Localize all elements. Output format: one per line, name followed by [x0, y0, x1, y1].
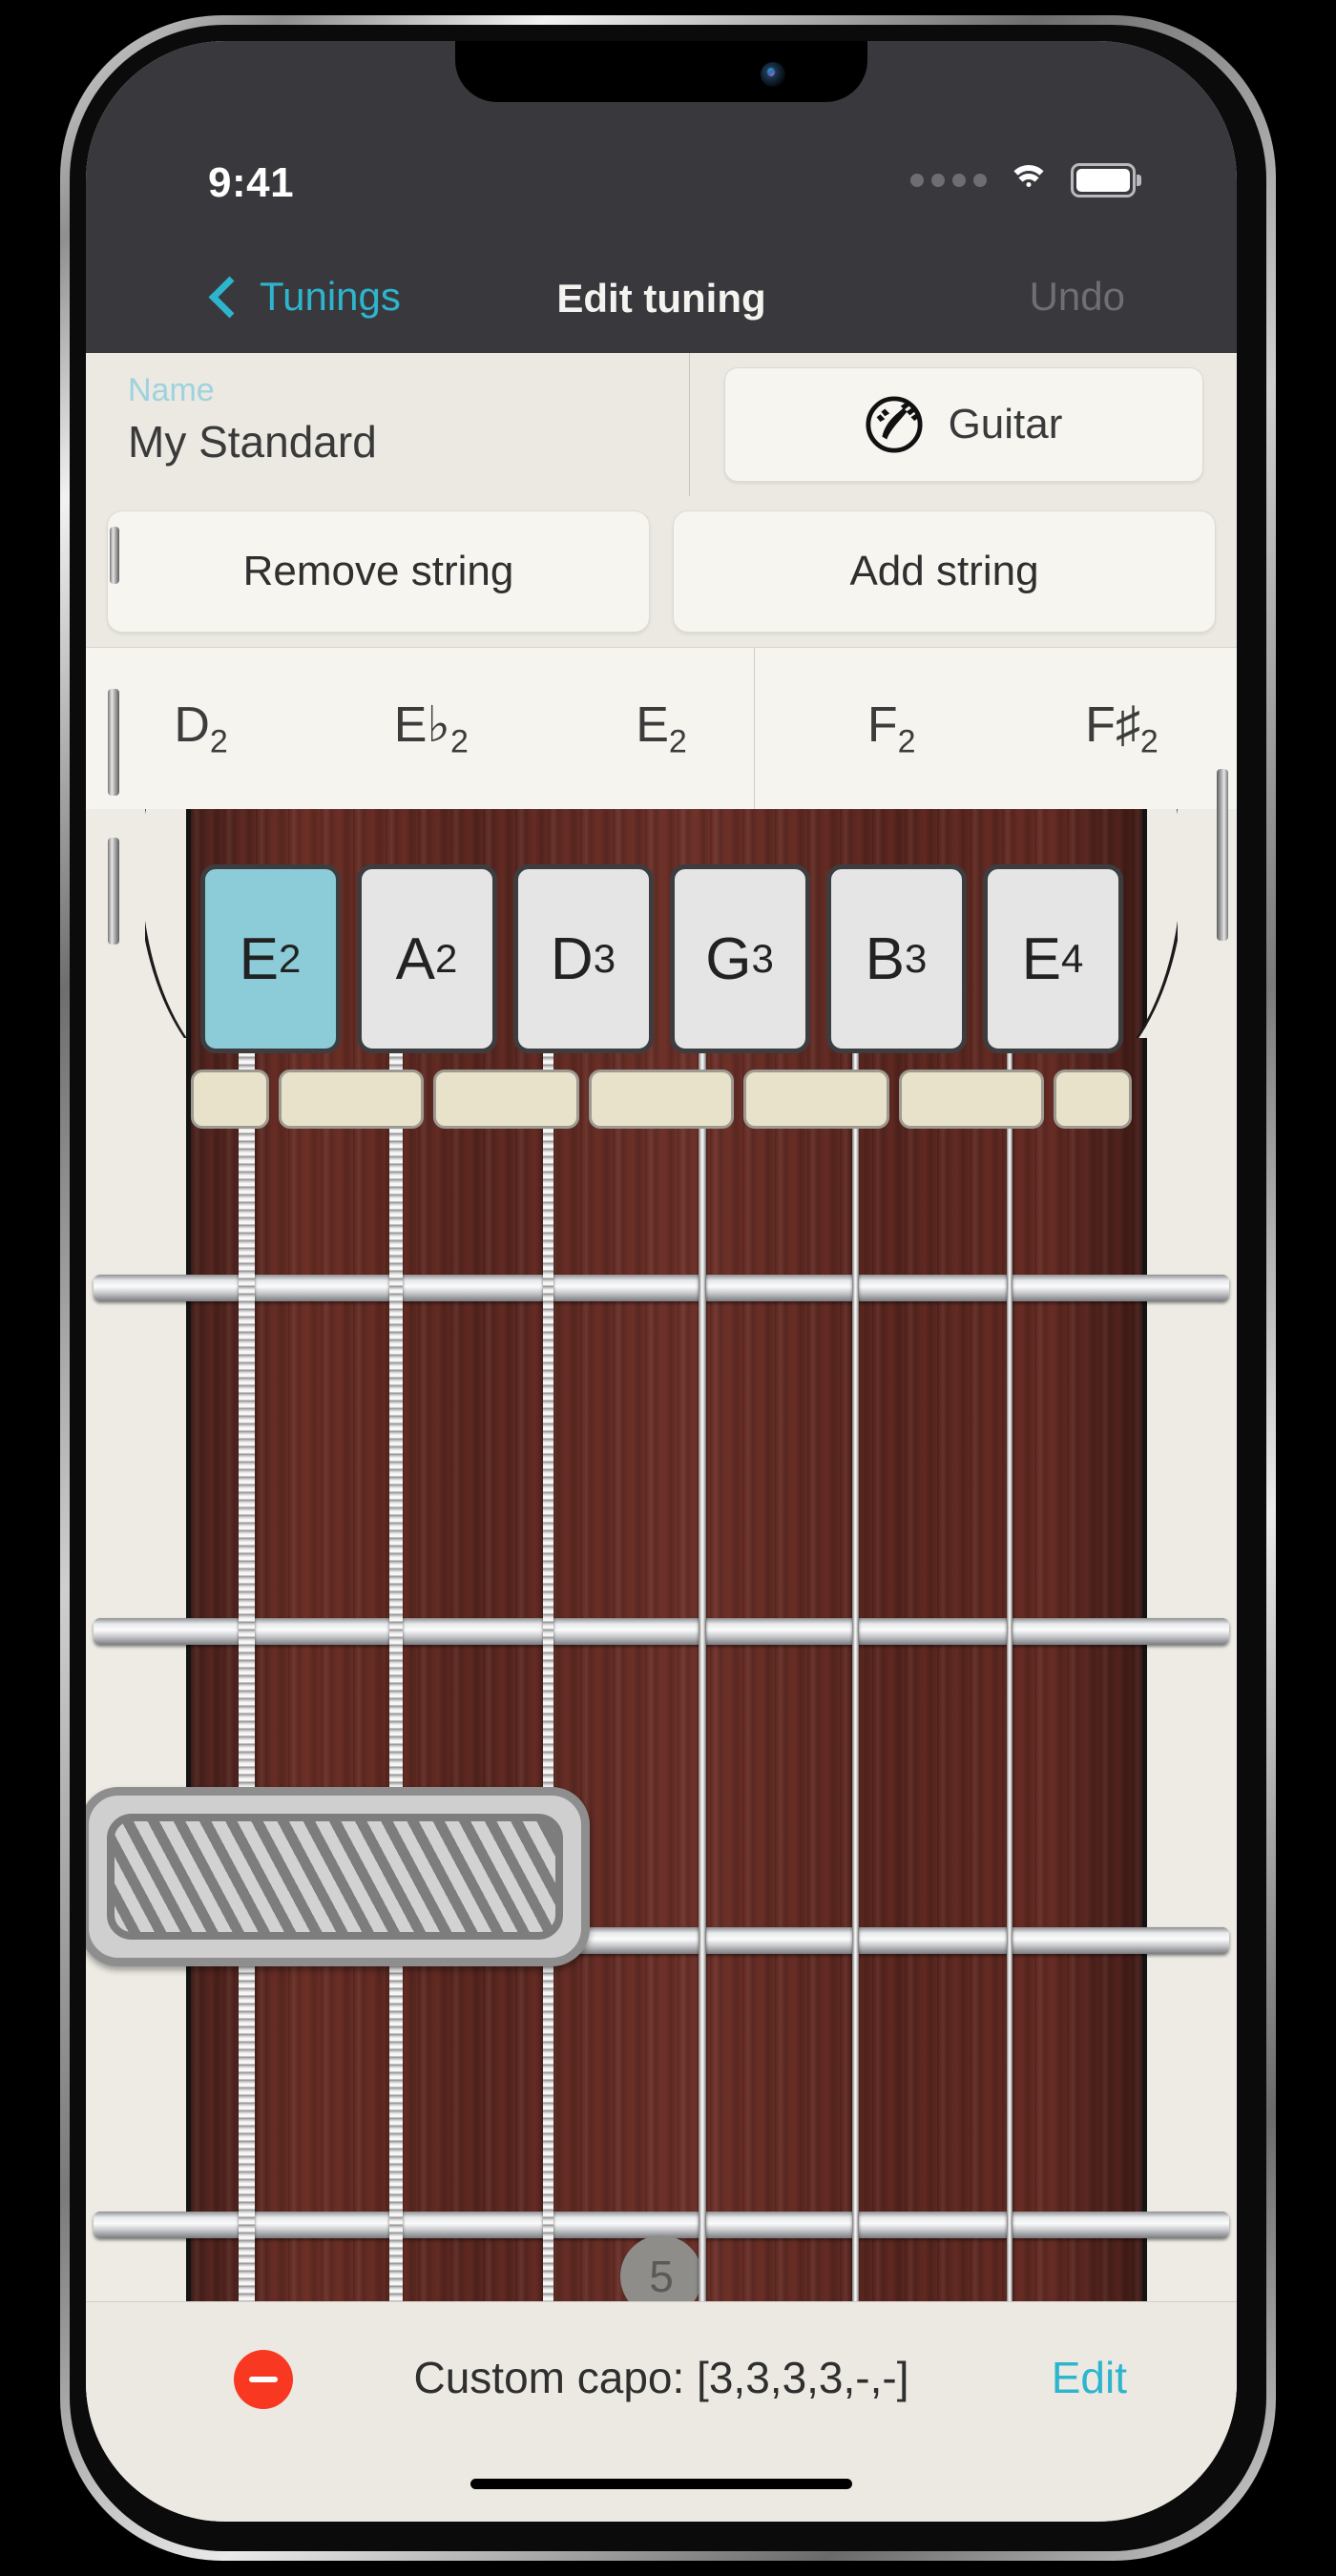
volume-up-button[interactable]: [108, 689, 119, 796]
string-line[interactable]: [852, 1008, 859, 2522]
string-line[interactable]: [699, 1008, 706, 2522]
picker-octave: 2: [668, 723, 687, 760]
string-tab-octave: 4: [1061, 936, 1084, 981]
phone-bezel: 9:41 Tunings Edit tuning Undo Name My St…: [70, 25, 1266, 2551]
notch: [455, 41, 867, 102]
name-field-label: Name: [128, 372, 215, 408]
picker-octave: 2: [449, 723, 469, 760]
picker-option[interactable]: E♭2: [316, 696, 546, 760]
name-row: Name My Standard Guitar: [86, 353, 1237, 496]
nut-block: [898, 1070, 1044, 1129]
string-tab-note: A: [395, 925, 435, 992]
wifi-icon: [1008, 165, 1050, 196]
picker-note: D: [174, 697, 210, 754]
string-action-row: Remove string Add string: [86, 496, 1237, 647]
battery-icon: [1071, 163, 1141, 197]
fretboard-area[interactable]: 5 E 2 A 2 D 3 G 3 B 3 E 4: [86, 809, 1237, 2522]
status-time: 9:41: [208, 159, 295, 206]
phone-frame: 9:41 Tunings Edit tuning Undo Name My St…: [60, 15, 1276, 2561]
instrument-label: Guitar: [948, 401, 1063, 447]
string-tab-octave: 3: [751, 936, 774, 981]
instrument-button[interactable]: Guitar: [723, 367, 1203, 482]
picker-option[interactable]: E2: [546, 696, 776, 760]
picker-note: E♭: [393, 697, 450, 754]
silent-switch[interactable]: [110, 527, 119, 584]
guitar-headstock-icon: [866, 396, 923, 453]
string-tab-5[interactable]: B3: [825, 864, 967, 1053]
string-line[interactable]: [239, 1008, 255, 2522]
nut-block: [191, 1070, 270, 1129]
nut-block: [1053, 1070, 1133, 1129]
string-tab-octave: 2: [435, 936, 458, 981]
strings-layer: [186, 809, 1138, 2522]
string-tabs: E2 A2 D3 G3 B3 E4: [86, 864, 1237, 1053]
picker-octave: 2: [209, 723, 228, 760]
string-tab-2[interactable]: A2: [356, 864, 497, 1053]
string-tab-note: G: [705, 925, 752, 992]
navigation-bar: Tunings Edit tuning Undo: [86, 255, 1237, 353]
string-tab-octave: 3: [905, 936, 928, 981]
note-picker[interactable]: D2 E♭2 E2 F2 F♯2: [86, 647, 1237, 811]
front-camera-icon: [761, 62, 785, 87]
string-tab-6[interactable]: E4: [982, 864, 1123, 1053]
string-tab-octave: 3: [593, 936, 616, 981]
string-line[interactable]: [543, 1008, 553, 2522]
picker-octave: 2: [1139, 723, 1159, 760]
nut-block: [743, 1070, 889, 1129]
string-tab-1[interactable]: E2: [199, 864, 341, 1053]
picker-octave: 2: [897, 723, 916, 760]
string-tab-3[interactable]: D3: [512, 864, 654, 1053]
instrument-cell: Guitar: [690, 353, 1237, 496]
picker-option[interactable]: F2: [777, 696, 1007, 760]
phone-screen: 9:41 Tunings Edit tuning Undo Name My St…: [86, 41, 1237, 2522]
edit-capo-button[interactable]: Edit: [1052, 2352, 1127, 2403]
nut-blocks: [191, 1070, 1133, 1129]
nut-block: [433, 1070, 579, 1129]
name-field[interactable]: Name My Standard: [86, 353, 690, 496]
screenshot-root: 9:41 Tunings Edit tuning Undo Name My St…: [0, 0, 1336, 2576]
string-tab-note: B: [865, 925, 905, 992]
string-tab-octave: 2: [279, 936, 302, 981]
capo[interactable]: [86, 1787, 590, 1966]
picker-note: E: [636, 697, 669, 754]
picker-option[interactable]: F♯2: [1007, 696, 1237, 760]
nut-block: [279, 1070, 425, 1129]
add-string-button[interactable]: Add string: [673, 510, 1216, 633]
undo-button[interactable]: Undo: [1030, 274, 1125, 320]
string-line[interactable]: [1007, 1008, 1012, 2522]
picker-note: F: [866, 697, 898, 754]
capo-grip-texture: [107, 1814, 563, 1940]
home-indicator[interactable]: [470, 2479, 852, 2489]
string-tab-note: E: [1021, 925, 1061, 992]
string-tab-4[interactable]: G3: [669, 864, 810, 1053]
bottom-toolbar: Custom capo: [3,3,3,3,-,-] Edit: [86, 2301, 1237, 2522]
string-tab-note: D: [550, 925, 594, 992]
picker-option[interactable]: D2: [86, 696, 316, 760]
name-input[interactable]: My Standard: [128, 416, 377, 467]
picker-divider: [754, 648, 755, 810]
app-container: 9:41 Tunings Edit tuning Undo Name My St…: [86, 41, 1237, 2522]
picker-note: F♯: [1085, 697, 1140, 754]
string-tab-note: E: [239, 925, 279, 992]
remove-string-button[interactable]: Remove string: [107, 510, 650, 633]
string-line[interactable]: [389, 1008, 403, 2522]
signal-dots-icon: [910, 174, 987, 187]
status-icons: [910, 163, 1141, 197]
nut-block: [588, 1070, 735, 1129]
